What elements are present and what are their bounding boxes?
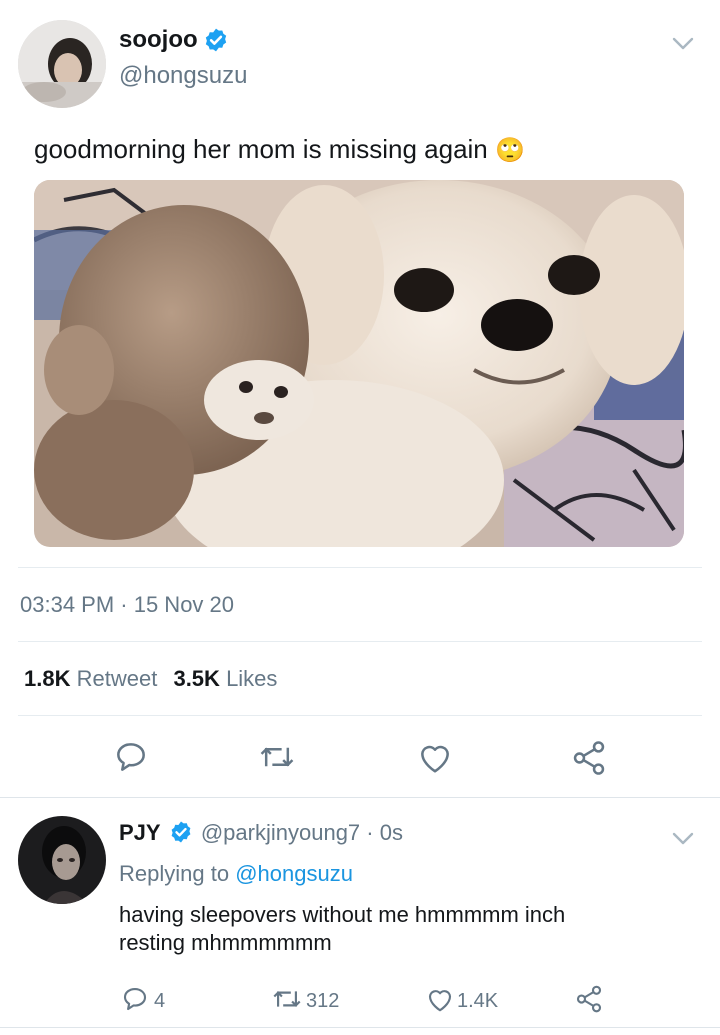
retweet-label: Retweet [76,666,158,691]
reply-text: having sleepovers without me hmmmmm inch… [119,901,565,957]
eye-roll-emoji-icon: 🙄 [495,137,525,164]
reply-like-count: 1.4K [457,990,499,1012]
reply-author-handle[interactable]: @parkjinyoung7 [201,820,360,845]
share-icon[interactable] [570,739,608,777]
replying-to-handle-link[interactable]: @hongsuzu [235,861,353,886]
reply-text-line-1: having sleepovers without me hmmmmm inch [119,902,566,927]
author-avatar[interactable] [18,20,106,108]
tweet-text: goodmorning her mom is missing again 🙄 [34,134,525,165]
reply-reply-icon [120,984,150,1019]
replying-to: Replying to @hongsuzu [119,861,353,887]
reply-header: PJY @parkjinyoung7 · 0s [119,820,403,850]
retweet-icon[interactable] [258,740,296,774]
reply-icon[interactable] [112,738,150,776]
reply-author-avatar[interactable] [18,816,106,904]
author-handle[interactable]: @hongsuzu [119,62,247,90]
reply-like-action[interactable]: 1.4K [425,985,498,1018]
retweet-count: 1.8K [24,666,71,691]
tweet-timestamp[interactable]: 03:34 PM · 15 Nov 20 [20,592,234,618]
reply-reply-count: 4 [154,990,166,1012]
tweet-text-content: goodmorning her mom is missing again [34,134,488,164]
tweet-photo[interactable] [34,180,684,547]
engagement-stats: 1.8K Retweet 3.5K Likes [24,666,277,692]
reply-retweet-count: 312 [306,990,340,1012]
reply-text-line-2: resting mhmmmmmm [119,930,332,955]
reply-like-icon [425,985,455,1018]
like-label: Likes [226,666,278,691]
verified-badge-icon [203,27,229,53]
like-count: 3.5K [173,666,220,691]
reply-retweet-action[interactable]: 312 [270,985,339,1018]
reply-chevron-down-icon[interactable] [670,825,696,851]
like-icon[interactable] [416,739,454,775]
chevron-down-icon[interactable] [670,30,696,56]
reply-time: · 0s [360,820,403,845]
replying-to-prefix: Replying to [119,861,230,886]
reply-author-name[interactable]: PJY [119,820,161,845]
like-stat[interactable]: 3.5K Likes [173,666,277,691]
author-name[interactable]: soojoo [119,26,198,54]
reply-reply-action[interactable]: 4 [120,984,165,1019]
retweet-stat[interactable]: 1.8K Retweet [24,666,163,691]
reply-retweet-icon [270,985,304,1018]
reply-share-icon[interactable] [574,984,604,1014]
reply-verified-badge-icon [169,820,193,850]
